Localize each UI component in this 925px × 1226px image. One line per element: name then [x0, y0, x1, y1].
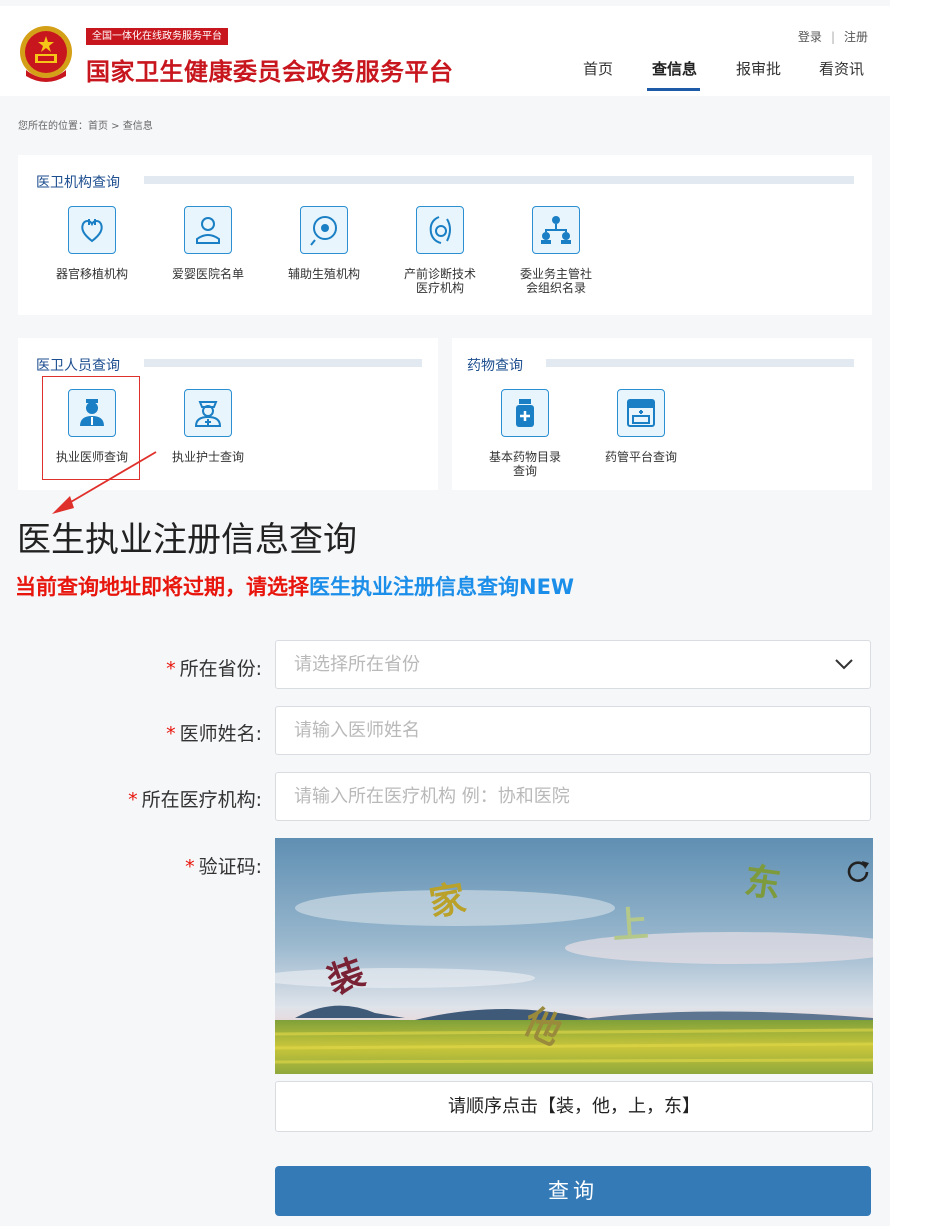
notice-text: 当前查询地址即将过期，请选择 [15, 575, 309, 599]
chevron-down-icon [835, 659, 853, 670]
required-mark: * [166, 658, 176, 680]
new-query-link[interactable]: 医生执业注册信息查询NEW [309, 575, 574, 599]
institution-input[interactable]: 请输入所在医疗机构 例：协和医院 [275, 772, 871, 821]
form-title: 医生执业注册信息查询 [17, 520, 357, 560]
org-label-text: 所在医疗机构: [141, 789, 262, 811]
query-button[interactable]: 查询 [275, 1166, 871, 1216]
province-select[interactable]: 请选择所在省份 [275, 640, 871, 689]
province-label-text: 所在省份: [179, 658, 262, 680]
captcha-label-text: 验证码: [198, 856, 262, 878]
required-mark: * [185, 856, 195, 878]
org-label: * 所在医疗机构: [128, 785, 262, 812]
captcha-label: * 验证码: [185, 852, 262, 879]
doctor-name-input[interactable]: 请输入医师姓名 [275, 706, 871, 755]
captcha-char[interactable]: 上 [610, 895, 650, 949]
refresh-icon[interactable] [845, 858, 871, 884]
expiry-notice: 当前查询地址即将过期，请选择医生执业注册信息查询NEW [15, 571, 574, 601]
province-label: * 所在省份: [166, 654, 262, 681]
captcha-landscape [275, 838, 873, 1074]
name-label: * 医师姓名: [166, 719, 262, 746]
captcha-instruction: 请顺序点击【装，他，上，东】 [275, 1081, 873, 1132]
captcha-char[interactable]: 东 [742, 852, 785, 909]
province-placeholder: 请选择所在省份 [294, 654, 420, 675]
required-mark: * [166, 723, 176, 745]
required-mark: * [128, 789, 138, 811]
captcha-image[interactable]: 家 东 上 装 他 [275, 838, 873, 1074]
doctor-name-placeholder: 请输入医师姓名 [294, 720, 420, 741]
name-label-text: 医师姓名: [179, 723, 262, 745]
institution-placeholder: 请输入所在医疗机构 例：协和医院 [294, 786, 570, 807]
